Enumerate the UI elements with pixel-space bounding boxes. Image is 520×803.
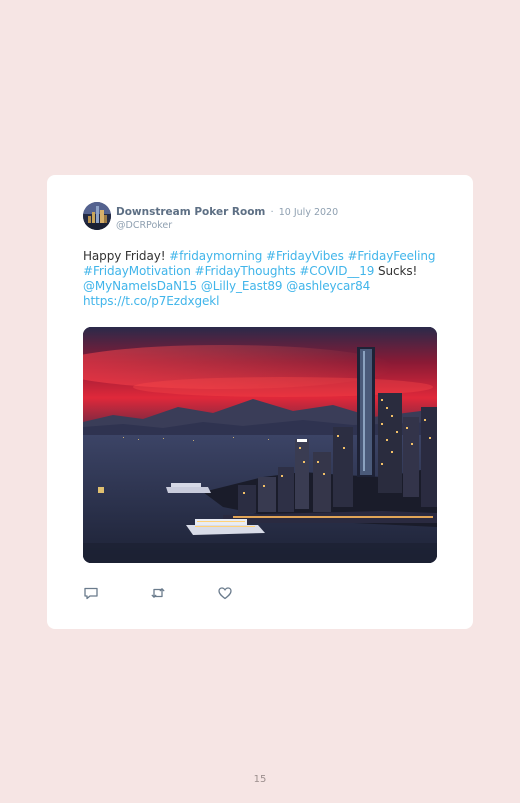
separator-dot: · xyxy=(270,207,274,218)
tweet-card: Downstream Poker Room · 10 July 2020 @DC… xyxy=(47,175,473,629)
url-link[interactable]: https://t.co/p7Ezdxgekl xyxy=(83,294,219,308)
hashtag-link[interactable]: #COVID__19 xyxy=(299,264,374,278)
city-skyline-image xyxy=(83,327,437,563)
tweet-header: Downstream Poker Room · 10 July 2020 @DC… xyxy=(116,203,338,232)
tweet-text-segment: Happy Friday! xyxy=(83,249,170,263)
avatar[interactable] xyxy=(83,202,111,230)
page-number: 15 xyxy=(253,774,267,785)
mention-link[interactable]: @MyNameIsDaN15 xyxy=(83,279,197,293)
display-name[interactable]: Downstream Poker Room xyxy=(116,206,265,218)
hashtag-link[interactable]: #FridayFeeling xyxy=(347,249,435,263)
tweet-text: Happy Friday! #fridaymorning #FridayVibe… xyxy=(83,249,443,309)
reply-icon[interactable] xyxy=(83,585,99,601)
retweet-icon[interactable] xyxy=(150,585,166,601)
user-handle[interactable]: @DCRPoker xyxy=(116,219,338,232)
mention-link[interactable]: @ashleycar84 xyxy=(286,279,370,293)
hashtag-link[interactable]: #FridayThoughts xyxy=(195,264,296,278)
like-icon[interactable] xyxy=(217,585,233,601)
hashtag-link[interactable]: #fridaymorning xyxy=(169,249,262,263)
tweet-text-segment: Sucks! xyxy=(374,264,418,278)
tweet-photo[interactable] xyxy=(83,327,437,563)
hashtag-link[interactable]: #FridayVibes xyxy=(266,249,344,263)
tweet-date[interactable]: 10 July 2020 xyxy=(279,207,338,218)
hashtag-link[interactable]: #FridayMotivation xyxy=(83,264,191,278)
mention-link[interactable]: @Lilly_East89 xyxy=(201,279,283,293)
